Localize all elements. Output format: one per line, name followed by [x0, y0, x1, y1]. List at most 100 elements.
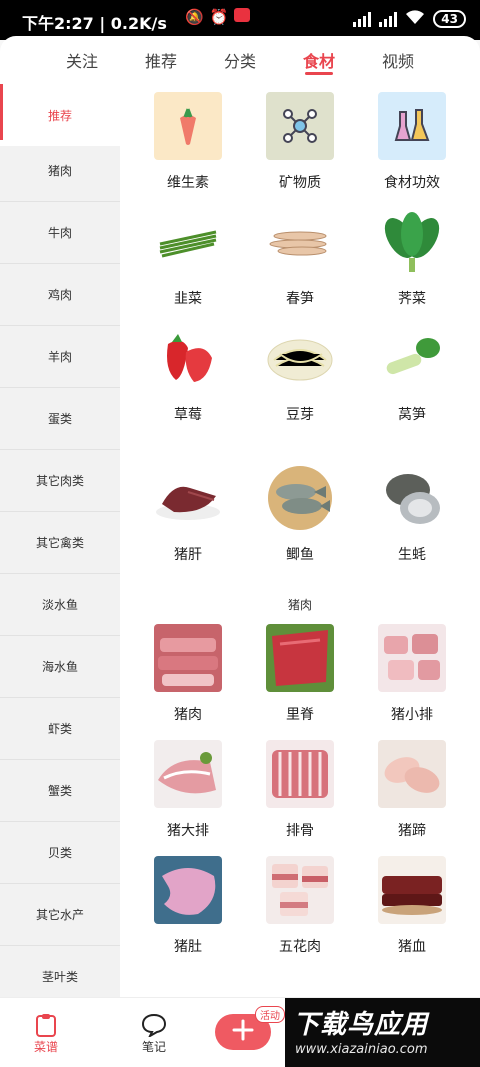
small-ribs-icon [378, 624, 446, 692]
oyster-icon [378, 464, 446, 532]
grid-item-label: 荠菜 [398, 291, 426, 307]
app-screen: 下午2:27 | 0.2K/s 🔕 ⏰ 43 关注 推荐 分类 食材 视频 推荐… [0, 0, 480, 1067]
sidebar-item-other-meat[interactable]: 其它肉类 [0, 450, 120, 512]
crucian-fish-icon [266, 464, 334, 532]
sidebar-item-pork[interactable]: 猪肉 [0, 140, 120, 202]
bamboo-shoot-icon [266, 208, 334, 276]
sidebar-item-other-seafood[interactable]: 其它水产 [0, 884, 120, 946]
grid-item-pork-belly[interactable]: 五花肉 [250, 856, 350, 956]
grid-item-label: 猪小排 [391, 707, 433, 723]
tab-follow[interactable]: 关注 [66, 48, 98, 72]
category-sidebar: 推荐 猪肉 牛肉 鸡肉 羊肉 蛋类 其它肉类 其它禽类 淡水鱼 海水鱼 虾类 蟹… [0, 84, 120, 1008]
grid-item-label: 草莓 [174, 407, 202, 423]
grid-item-label: 鲫鱼 [286, 547, 314, 563]
tenderloin-icon [266, 624, 334, 692]
sidebar-item-recommend[interactable]: 推荐 [0, 84, 120, 146]
grid-item-lettuce-stem[interactable]: 莴笋 [362, 324, 462, 424]
pork-tripe-icon [154, 856, 222, 924]
nav-recipes-label: 菜谱 [33, 1040, 58, 1054]
grid-item-label: 生蚝 [398, 547, 426, 563]
alarm-icon: ⏰ [209, 8, 229, 26]
sidebar-item-crab[interactable]: 蟹类 [0, 760, 120, 822]
promo-badge: 活动 [255, 1006, 285, 1023]
pork-blood-icon [378, 856, 446, 924]
grid-item-pork[interactable]: 猪肉 [138, 624, 238, 724]
lettuce-stem-icon [378, 324, 446, 392]
active-tab-indicator [305, 72, 333, 75]
bottom-nav: 菜谱 笔记 活动 下载鸟应用 www.xiazainiao.com [0, 997, 480, 1067]
status-icons: 🔕 ⏰ [185, 8, 251, 26]
grid-item-pork-liver[interactable]: 猪肝 [138, 464, 238, 564]
pork-chop-icon [154, 740, 222, 808]
grid-item-label: 猪肝 [174, 547, 202, 563]
sidebar-item-saltwater-fish[interactable]: 海水鱼 [0, 636, 120, 698]
grid-item-strawberry[interactable]: 草莓 [138, 324, 238, 424]
tab-category[interactable]: 分类 [224, 48, 256, 72]
grid-item-pork-blood[interactable]: 猪血 [362, 856, 462, 956]
grid-item-pork-chop[interactable]: 猪大排 [138, 740, 238, 840]
sidebar-item-shrimp[interactable]: 虾类 [0, 698, 120, 760]
grid-item-oyster[interactable]: 生蚝 [362, 464, 462, 564]
grid-item-small-ribs[interactable]: 猪小排 [362, 624, 462, 724]
grid-item-label: 矿物质 [279, 175, 321, 191]
nav-notes[interactable]: 笔记 [124, 1012, 184, 1055]
app-notification-icon [234, 8, 251, 22]
grid-item-label: 莴笋 [398, 407, 426, 423]
grid-item-label: 豆芽 [286, 407, 314, 423]
battery-indicator: 43 [433, 10, 466, 28]
grid-item-label: 维生素 [167, 175, 209, 191]
grid-item-label: 食材功效 [384, 175, 440, 191]
grid-item-pork-tripe[interactable]: 猪肚 [138, 856, 238, 956]
grid-item-bean-sprouts[interactable]: 豆芽 [250, 324, 350, 424]
sidebar-item-beef[interactable]: 牛肉 [0, 202, 120, 264]
grid-item-bamboo-shoot[interactable]: 春笋 [250, 208, 350, 308]
tab-video[interactable]: 视频 [382, 48, 414, 72]
strawberry-icon [154, 324, 222, 392]
mute-icon: 🔕 [185, 8, 204, 26]
nav-recipes[interactable]: 菜谱 [16, 1012, 76, 1055]
grid-item-label: 排骨 [286, 823, 314, 839]
pork-liver-icon [154, 464, 222, 532]
grid-item-label: 猪肚 [174, 939, 202, 955]
clipboard-icon [16, 1012, 76, 1038]
grid-item-shepherds-purse[interactable]: 荠菜 [362, 208, 462, 308]
grid-item-vitamins[interactable]: 维生素 [138, 92, 238, 192]
sidebar-item-chicken[interactable]: 鸡肉 [0, 264, 120, 326]
status-right: 43 [353, 9, 466, 29]
status-time: 下午2:27 | 0.2K/s [22, 14, 167, 33]
tab-ingredients[interactable]: 食材 [303, 48, 335, 72]
plus-icon [231, 1018, 255, 1046]
sidebar-item-eggs[interactable]: 蛋类 [0, 388, 120, 450]
carrot-icon [154, 92, 222, 160]
pork-icon [154, 624, 222, 692]
grid-item-tenderloin[interactable]: 里脊 [250, 624, 350, 724]
spare-ribs-icon [266, 740, 334, 808]
chives-icon [154, 208, 222, 276]
grid-item-label: 五花肉 [279, 939, 321, 955]
grid-item-trotter[interactable]: 猪蹄 [362, 740, 462, 840]
grid-item-label: 猪蹄 [398, 823, 426, 839]
grid-item-minerals[interactable]: 矿物质 [250, 92, 350, 192]
signal-icon [353, 11, 372, 27]
signal-icon [379, 11, 398, 27]
grid-item-crucian-carp[interactable]: 鲫鱼 [250, 464, 350, 564]
tab-recommend[interactable]: 推荐 [145, 48, 177, 72]
grid-item-label: 春笋 [286, 291, 314, 307]
nav-notes-label: 笔记 [141, 1040, 166, 1054]
grid-item-chives[interactable]: 韭菜 [138, 208, 238, 308]
leafy-greens-icon [378, 208, 446, 276]
grid-item-spare-ribs[interactable]: 排骨 [250, 740, 350, 840]
grid-item-benefits[interactable]: 食材功效 [362, 92, 462, 192]
watermark-logo: 下载鸟应用 www.xiazainiao.com [285, 998, 480, 1067]
wifi-icon [405, 9, 425, 29]
sidebar-item-shellfish[interactable]: 贝类 [0, 822, 120, 884]
section-title-pork: 猪肉 [287, 598, 312, 612]
sidebar-item-mutton[interactable]: 羊肉 [0, 326, 120, 388]
sidebar-item-freshwater-fish[interactable]: 淡水鱼 [0, 574, 120, 636]
grid-item-label: 韭菜 [174, 291, 202, 307]
grid-item-label: 里脊 [286, 707, 314, 723]
sidebar-item-other-poultry[interactable]: 其它禽类 [0, 512, 120, 574]
bean-sprouts-icon [266, 324, 334, 392]
trotter-icon [378, 740, 446, 808]
grid-item-label: 猪肉 [174, 707, 202, 723]
